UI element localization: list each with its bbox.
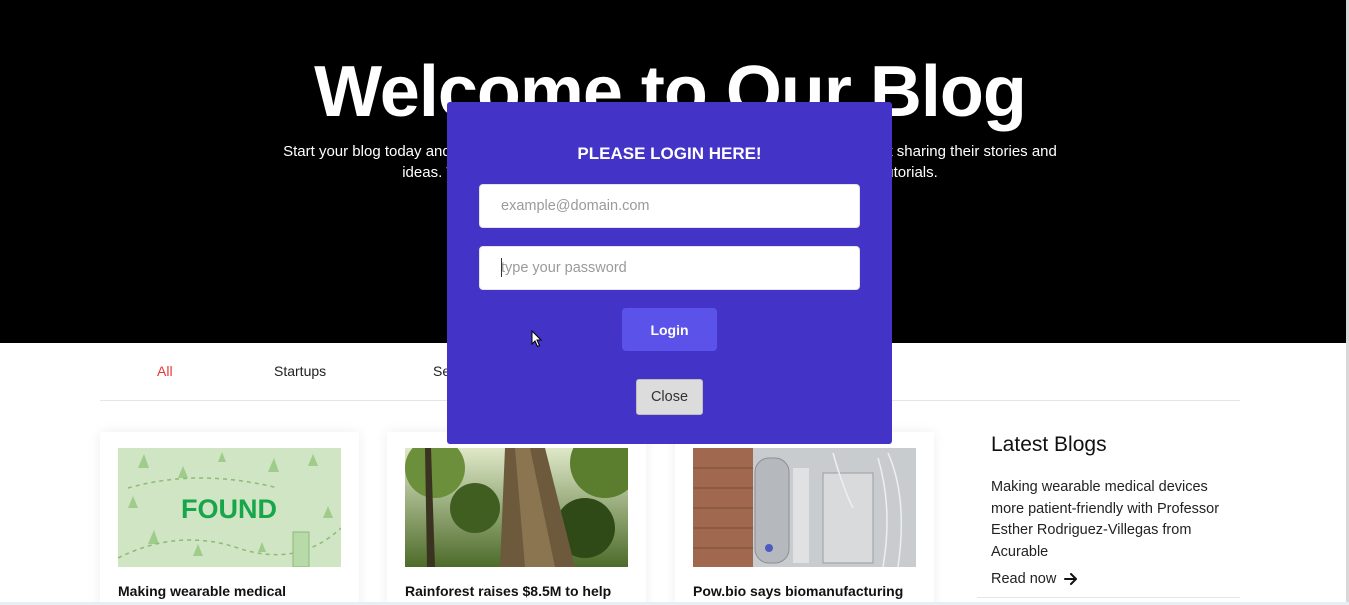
- email-field[interactable]: [479, 184, 860, 228]
- latest-blogs-heading: Latest Blogs: [991, 433, 1107, 456]
- mouse-cursor-icon: [531, 330, 543, 348]
- latest-blog-summary: Making wearable medical devices more pat…: [991, 479, 1220, 560]
- divider: [977, 597, 1240, 598]
- blog-card-title[interactable]: Rainforest raises $8.5M to help: [405, 583, 611, 599]
- modal-title: PLEASE LOGIN HERE!: [577, 144, 762, 163]
- blog-card-title[interactable]: Making wearable medical: [118, 583, 286, 599]
- blog-card-title[interactable]: Pow.bio says biomanufacturing: [693, 583, 903, 599]
- blog-card[interactable]: Rainforest raises $8.5M to help: [387, 432, 646, 605]
- found-logo-text: FOUND: [181, 494, 277, 524]
- bioreactor-image: [693, 448, 916, 567]
- login-button[interactable]: Login: [622, 308, 717, 351]
- read-now-label: Read now: [991, 571, 1057, 587]
- found-illustration-image: FOUND: [118, 448, 341, 567]
- text-caret: [501, 258, 502, 277]
- arrow-right-icon: [1064, 573, 1078, 585]
- tab-all[interactable]: All: [157, 363, 173, 379]
- rainforest-image: [405, 448, 628, 567]
- blog-card[interactable]: FOUND Making wearable medical: [100, 432, 359, 605]
- blog-card[interactable]: Pow.bio says biomanufacturing: [675, 432, 934, 605]
- password-field[interactable]: [479, 246, 860, 290]
- login-modal: PLEASE LOGIN HERE! Login Close: [447, 102, 892, 444]
- read-now-link[interactable]: Read now: [991, 571, 1078, 587]
- tab-startups[interactable]: Startups: [274, 363, 326, 379]
- close-button[interactable]: Close: [636, 379, 703, 415]
